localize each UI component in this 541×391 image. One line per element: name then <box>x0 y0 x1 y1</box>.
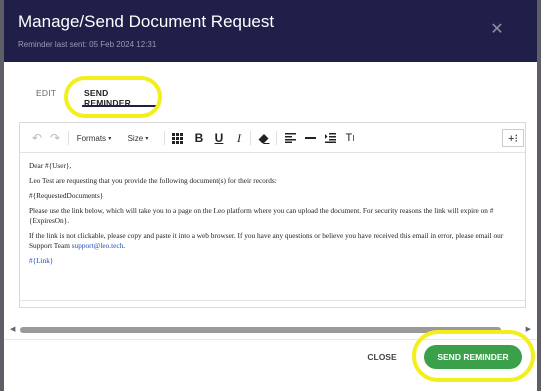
editor-toolbar: ↶ ↷ Formats ▾ Size ▾ B U I T I +⁝ <box>20 123 525 153</box>
italic-icon[interactable]: I <box>232 129 246 147</box>
body-line: If the link is not clickable, please cop… <box>29 231 519 251</box>
scroll-right-arrow-icon[interactable]: ▶ <box>525 326 531 333</box>
more-icon[interactable]: +⁝ <box>502 129 524 147</box>
chevron-down-icon: ▾ <box>108 135 112 142</box>
toolbar-divider <box>68 131 69 145</box>
undo-icon[interactable]: ↶ <box>28 129 46 147</box>
indent-icon[interactable] <box>322 129 338 147</box>
clear-format-icon[interactable]: TI <box>342 129 358 147</box>
formats-dropdown[interactable]: Formats ▾ <box>72 129 116 147</box>
modal-title: Manage/Send Document Request <box>18 12 275 31</box>
modal-subtitle: Reminder last sent: 05 Feb 2024 12:31 <box>18 40 157 49</box>
size-dropdown[interactable]: Size ▾ <box>118 129 158 147</box>
formats-label: Formats <box>76 133 107 143</box>
highlight-annotation <box>64 76 162 118</box>
editor-statusbar <box>20 300 525 307</box>
link-token: #{Link} <box>29 256 54 265</box>
bold-icon[interactable]: B <box>192 129 206 147</box>
tab-edit[interactable]: EDIT <box>36 88 56 98</box>
greeting-text: Dear #{User}, <box>29 161 72 170</box>
email-body[interactable]: Dear #{User}, Leo Test are requesting th… <box>29 161 519 271</box>
scroll-left-arrow-icon[interactable]: ◀ <box>10 326 16 333</box>
align-left-icon[interactable] <box>282 129 298 147</box>
chevron-down-icon: ▾ <box>145 135 149 142</box>
toolbar-divider <box>164 131 165 145</box>
toolbar-divider <box>276 131 277 145</box>
horizontal-rule-icon[interactable] <box>302 129 318 147</box>
highlight-annotation <box>412 330 535 382</box>
redo-icon[interactable]: ↷ <box>46 129 64 147</box>
support-email-link[interactable]: support@leo.tech <box>72 241 124 250</box>
underline-icon[interactable]: U <box>212 129 226 147</box>
requested-documents-token: #{RequestedDocuments} <box>29 191 104 200</box>
body-text: . <box>123 241 126 250</box>
body-line: Please use the link below, which will ta… <box>29 206 494 225</box>
rich-text-editor[interactable]: ↶ ↷ Formats ▾ Size ▾ B U I T I +⁝ Dear #… <box>19 122 526 308</box>
eraser-icon[interactable] <box>256 129 272 147</box>
modal-header: Manage/Send Document Request Reminder la… <box>4 0 537 62</box>
body-line: Leo Test are requesting that you provide… <box>29 176 277 185</box>
close-icon[interactable]: ✕ <box>489 22 505 38</box>
close-button[interactable]: CLOSE <box>362 349 402 365</box>
toolbar-divider <box>250 131 251 145</box>
table-icon[interactable] <box>170 129 184 147</box>
size-label: Size <box>127 133 144 143</box>
